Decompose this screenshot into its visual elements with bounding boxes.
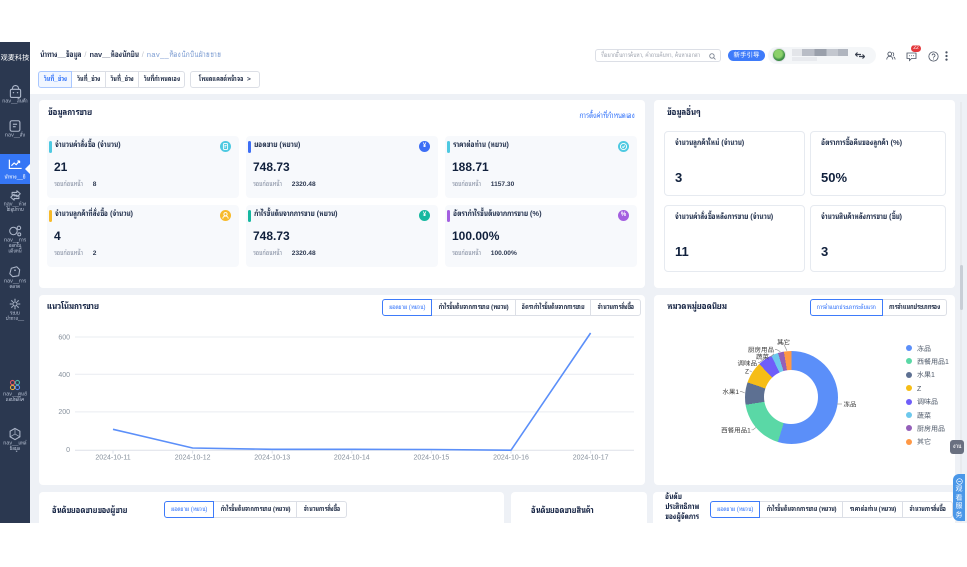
- svg-text:2024-10-13: 2024-10-13: [254, 455, 290, 462]
- svg-text:400: 400: [58, 372, 70, 379]
- svg-text:200: 200: [58, 409, 70, 416]
- svg-text:冻品: 冻品: [844, 401, 857, 409]
- svg-text:2024-10-16: 2024-10-16: [493, 455, 529, 462]
- svg-text:Z: Z: [745, 369, 749, 376]
- svg-text:2024-10-11: 2024-10-11: [95, 455, 130, 462]
- svg-text:2024-10-14: 2024-10-14: [334, 455, 370, 462]
- svg-text:调味品: 调味品: [738, 360, 758, 368]
- svg-text:2024-10-17: 2024-10-17: [573, 455, 609, 462]
- svg-text:厨房用品: 厨房用品: [748, 346, 774, 354]
- svg-text:水果1: 水果1: [722, 388, 739, 396]
- svg-text:600: 600: [58, 335, 70, 342]
- svg-text:西餐用品1: 西餐用品1: [721, 426, 751, 434]
- svg-text:2024-10-12: 2024-10-12: [175, 455, 211, 462]
- svg-text:其它: 其它: [777, 339, 790, 347]
- svg-text:蔬菜: 蔬菜: [756, 353, 770, 361]
- svg-text:2024-10-15: 2024-10-15: [413, 455, 449, 462]
- svg-text:0: 0: [66, 447, 70, 454]
